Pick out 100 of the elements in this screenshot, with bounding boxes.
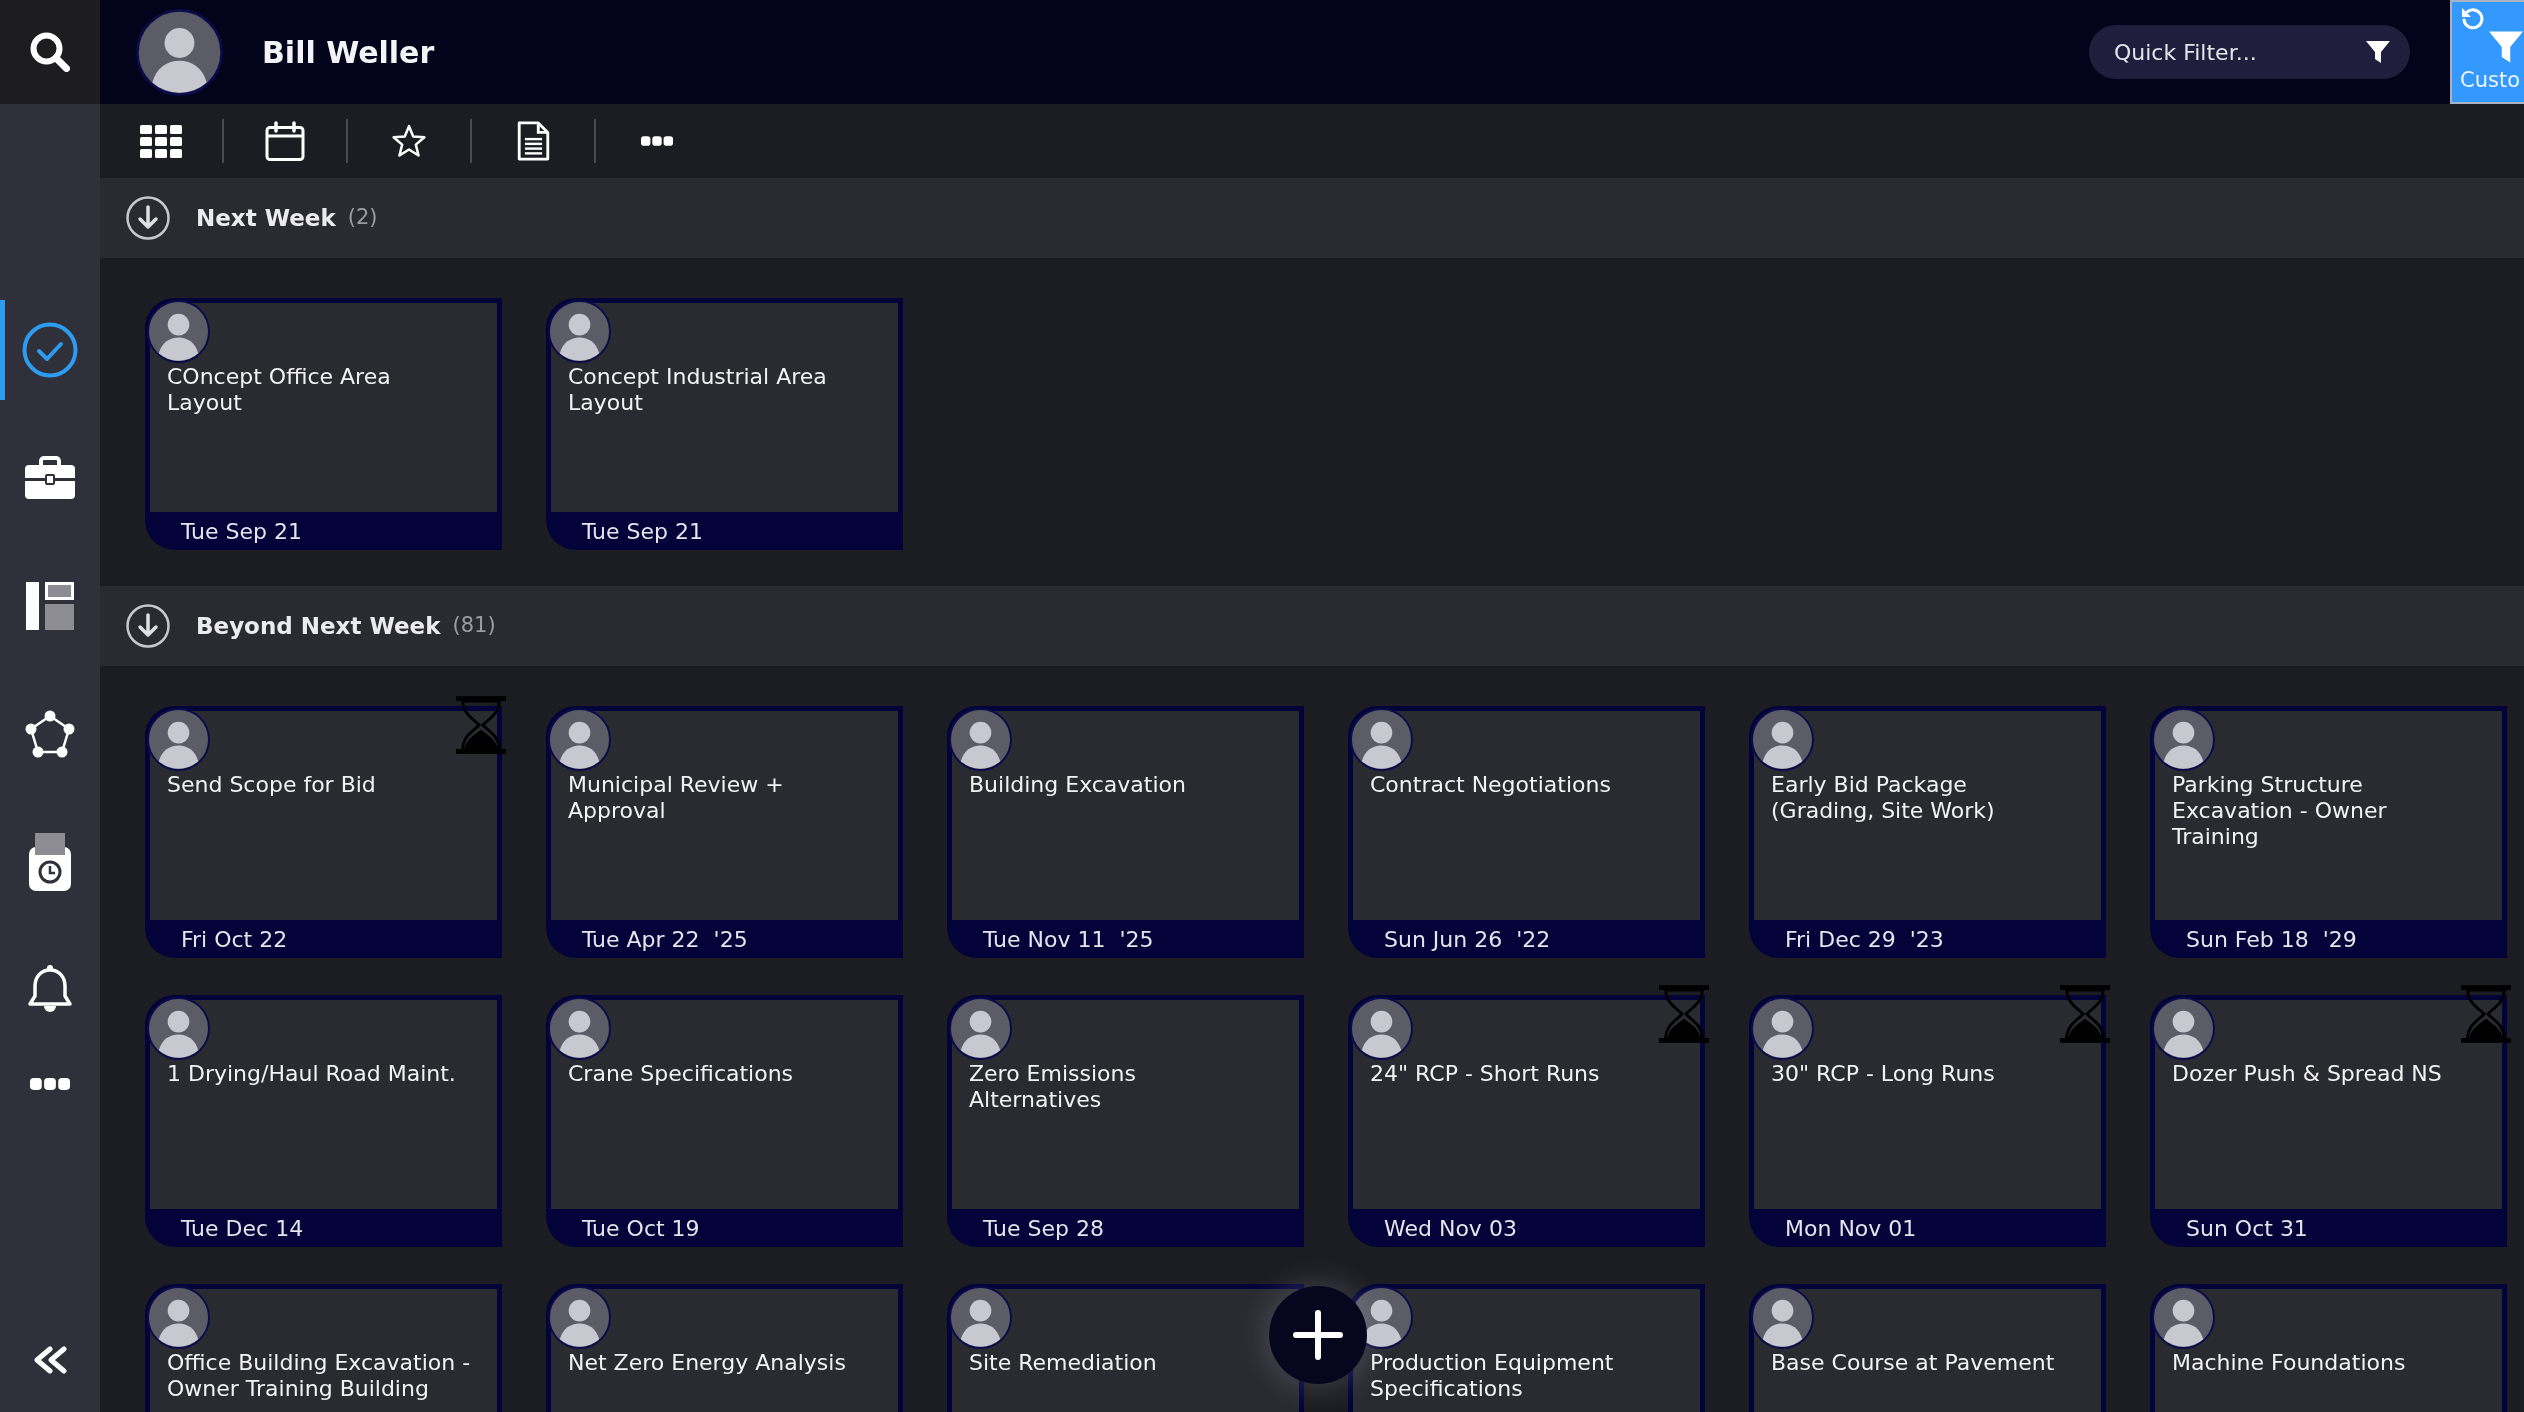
task-card[interactable]: Office Building Excavation - Owner Training Building xyxy=(145,1284,502,1412)
task-card[interactable]: Early Bid Package (Grading, Site Work) Fri Dec 29 '23 xyxy=(1749,706,2106,958)
task-card[interactable]: Crane Specifications Tue Oct 19 xyxy=(546,995,903,1247)
task-title: Contract Negotiations xyxy=(1370,772,1612,798)
task-title: Machine Foundations xyxy=(2172,1350,2407,1376)
check-circle-icon xyxy=(22,322,78,378)
search-icon xyxy=(30,32,70,72)
task-title: Production Equipment Specifications xyxy=(1370,1350,1615,1402)
task-title: Early Bid Package (Grading, Site Work) xyxy=(1771,772,1996,824)
arrow-down-circle-icon[interactable] xyxy=(126,196,170,240)
person-avatar-icon xyxy=(2152,708,2215,771)
quick-filter-field[interactable]: Quick Filter... xyxy=(2089,25,2410,79)
task-date: Tue Dec 14 xyxy=(181,1214,304,1243)
task-title: Base Course at Pavement xyxy=(1771,1350,2056,1376)
task-card[interactable]: Net Zero Energy Analysis xyxy=(546,1284,903,1412)
group-title: Next Week xyxy=(196,203,336,233)
person-avatar-icon xyxy=(147,300,210,363)
grid-icon xyxy=(140,124,182,158)
task-card[interactable]: Base Course at Pavement xyxy=(1749,1284,2106,1412)
time-clock-icon xyxy=(28,833,72,891)
pentagon-nodes-icon xyxy=(25,710,75,758)
task-date: Fri Dec 29 '23 xyxy=(1785,925,1944,954)
person-avatar-icon xyxy=(548,708,611,771)
group-count: (2) xyxy=(347,204,378,232)
task-card[interactable]: 1 Drying/Haul Road Maint. Tue Dec 14 xyxy=(145,995,502,1247)
task-title: Office Building Excavation - Owner Training Building xyxy=(167,1350,472,1402)
person-avatar-icon xyxy=(2152,1286,2215,1349)
task-title: 30" RCP - Long Runs xyxy=(1771,1061,1996,1087)
task-title: Crane Specifications xyxy=(568,1061,795,1087)
task-card[interactable]: Zero Emissions Alternatives Tue Sep 28 xyxy=(947,995,1304,1247)
search-button[interactable] xyxy=(0,0,100,104)
task-date: Sun Feb 18 '29 xyxy=(2186,925,2357,954)
person-avatar-icon xyxy=(949,708,1012,771)
person-avatar-icon xyxy=(949,997,1012,1060)
task-card[interactable]: Building Excavation Tue Nov 11 '25 xyxy=(947,706,1304,958)
task-date: Tue Sep 28 xyxy=(983,1214,1105,1243)
task-title: COncept Office Area Layout xyxy=(167,364,392,416)
ellipsis-icon xyxy=(30,1078,70,1090)
task-date: Mon Nov 01 xyxy=(1785,1214,1917,1243)
task-card[interactable]: Parking Structure Excavation - Owner Training Sun Feb 18 '29 xyxy=(2150,706,2507,958)
document-icon xyxy=(516,121,550,161)
task-card[interactable]: Contract Negotiations Sun Jun 26 '22 xyxy=(1348,706,1705,958)
task-card[interactable]: Dozer Push & Spread NS Sun Oct 31 xyxy=(2150,995,2507,1247)
task-card[interactable]: Site Remediation xyxy=(947,1284,1304,1412)
calendar-icon xyxy=(265,121,305,161)
user-name: Bill Weller xyxy=(262,33,435,72)
person-avatar-icon xyxy=(548,997,611,1060)
person-avatar-icon xyxy=(2152,997,2215,1060)
task-date: Sun Jun 26 '22 xyxy=(1384,925,1551,954)
task-card[interactable]: 24" RCP - Short Runs Wed Nov 03 xyxy=(1348,995,1705,1247)
task-card[interactable]: Concept Industrial Area Layout Tue Sep 21 xyxy=(546,298,903,550)
layout-panels-icon xyxy=(26,582,74,630)
task-date: Fri Oct 22 xyxy=(181,925,288,954)
person-avatar-icon xyxy=(147,708,210,771)
task-title: Parking Structure Excavation - Owner Training xyxy=(2172,772,2388,850)
person-avatar-icon xyxy=(1350,708,1413,771)
person-avatar-icon xyxy=(1751,997,1814,1060)
task-date: Wed Nov 03 xyxy=(1384,1214,1517,1243)
task-date: Tue Sep 21 xyxy=(582,517,704,546)
task-title: Site Remediation xyxy=(969,1350,1158,1376)
task-card[interactable]: Production Equipment Specifications xyxy=(1348,1284,1705,1412)
task-date: Sun Oct 31 xyxy=(2186,1214,2308,1243)
group-count: (81) xyxy=(452,612,496,640)
star-icon xyxy=(391,124,427,158)
task-card[interactable]: 30" RCP - Long Runs Mon Nov 01 xyxy=(1749,995,2106,1247)
task-title: 1 Drying/Haul Road Maint. xyxy=(167,1061,457,1087)
task-date: Tue Apr 22 '25 xyxy=(582,925,748,954)
person-avatar-icon xyxy=(1751,708,1814,771)
person-avatar-icon xyxy=(1751,1286,1814,1349)
task-title: Send Scope for Bid xyxy=(167,772,377,798)
task-title: Net Zero Energy Analysis xyxy=(568,1350,847,1376)
task-card[interactable]: Municipal Review + Approval Tue Apr 22 '25 xyxy=(546,706,903,958)
task-title: Dozer Push & Spread NS xyxy=(2172,1061,2443,1087)
funnel-icon xyxy=(2488,30,2524,64)
task-title: Municipal Review + Approval xyxy=(568,772,785,824)
task-card[interactable]: COncept Office Area Layout Tue Sep 21 xyxy=(145,298,502,550)
task-title: Building Excavation xyxy=(969,772,1187,798)
reset-icon xyxy=(2460,6,2484,30)
person-avatar-icon xyxy=(949,1286,1012,1349)
plus-icon xyxy=(1293,1310,1343,1360)
task-title: Concept Industrial Area Layout xyxy=(568,364,828,416)
task-date: Tue Oct 19 xyxy=(582,1214,700,1243)
ellipsis-icon xyxy=(641,136,673,146)
task-title: 24" RCP - Short Runs xyxy=(1370,1061,1601,1087)
task-date: Tue Sep 21 xyxy=(181,517,303,546)
funnel-icon[interactable] xyxy=(2366,40,2390,64)
person-avatar-icon xyxy=(136,8,223,96)
task-card[interactable]: Machine Foundations xyxy=(2150,1284,2507,1412)
person-avatar-icon xyxy=(1350,997,1413,1060)
person-avatar-icon xyxy=(548,1286,611,1349)
group-title: Beyond Next Week xyxy=(196,611,441,641)
task-title: Zero Emissions Alternatives xyxy=(969,1061,1137,1113)
person-avatar-icon xyxy=(147,1286,210,1349)
task-date: Tue Nov 11 '25 xyxy=(983,925,1154,954)
person-avatar-icon xyxy=(548,300,611,363)
briefcase-icon xyxy=(24,456,76,500)
task-card[interactable]: Send Scope for Bid Fri Oct 22 xyxy=(145,706,502,958)
arrow-down-circle-icon[interactable] xyxy=(126,604,170,648)
person-avatar-icon xyxy=(147,997,210,1060)
double-chevron-left-icon xyxy=(33,1346,67,1374)
